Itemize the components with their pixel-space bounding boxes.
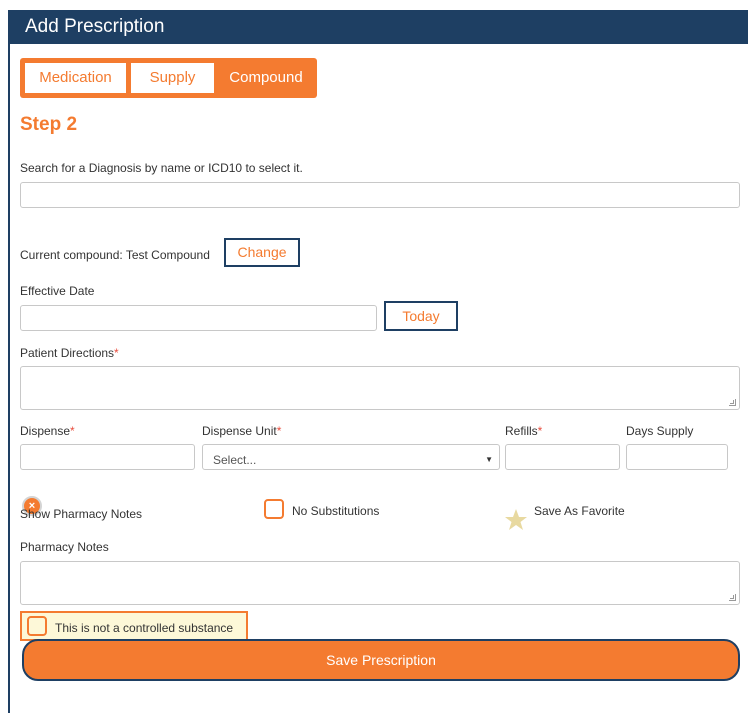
patient-directions-textarea[interactable] xyxy=(20,366,740,410)
diagnosis-search-label: Search for a Diagnosis by name or ICD10 … xyxy=(20,161,303,175)
effective-date-input[interactable] xyxy=(20,305,377,331)
window-title: Add Prescription xyxy=(10,10,748,44)
pharmacy-notes-label: Pharmacy Notes xyxy=(20,540,109,554)
dispense-unit-select[interactable]: Select... ▼ xyxy=(202,444,500,470)
no-substitutions-label: No Substitutions xyxy=(292,504,380,518)
controlled-substance-notice: This is not a controlled substance xyxy=(20,611,248,641)
diagnosis-search-input[interactable] xyxy=(20,182,740,208)
resize-handle[interactable] xyxy=(729,594,736,601)
dispense-label: Dispense* xyxy=(20,424,75,438)
tab-supply[interactable]: Supply xyxy=(131,63,214,93)
refills-label: Refills* xyxy=(505,424,543,438)
show-pharmacy-notes-label[interactable]: Show Pharmacy Notes xyxy=(20,507,142,521)
controlled-substance-label: This is not a controlled substance xyxy=(55,621,234,635)
star-icon[interactable] xyxy=(504,508,528,532)
no-substitutions-checkbox[interactable] xyxy=(264,499,284,519)
patient-directions-label: Patient Directions* xyxy=(20,346,119,360)
pharmacy-notes-textarea[interactable] xyxy=(20,561,740,605)
chevron-down-icon: ▼ xyxy=(485,455,493,464)
controlled-substance-checkbox[interactable] xyxy=(27,616,47,636)
dispense-unit-selected: Select... xyxy=(213,453,257,467)
today-button[interactable]: Today xyxy=(384,301,458,331)
days-supply-input[interactable] xyxy=(626,444,728,470)
prescription-type-tabs: Medication Supply Compound xyxy=(20,58,317,98)
dispense-input[interactable] xyxy=(20,444,195,470)
tab-compound[interactable]: Compound xyxy=(220,63,312,93)
step-title: Step 2 xyxy=(20,114,78,135)
add-prescription-window: Add Prescription Medication Supply Compo… xyxy=(8,10,748,713)
save-prescription-button[interactable]: Save Prescription xyxy=(22,639,740,681)
tab-medication[interactable]: Medication xyxy=(25,63,126,93)
days-supply-label: Days Supply xyxy=(626,424,694,438)
current-compound-label: Current compound: Test Compound xyxy=(20,248,210,262)
resize-handle[interactable] xyxy=(729,399,736,406)
dispense-unit-label: Dispense Unit* xyxy=(202,424,282,438)
effective-date-label: Effective Date xyxy=(20,284,95,298)
change-compound-button[interactable]: Change xyxy=(224,238,300,267)
save-as-favorite-label[interactable]: Save As Favorite xyxy=(534,504,625,518)
refills-input[interactable] xyxy=(505,444,620,470)
